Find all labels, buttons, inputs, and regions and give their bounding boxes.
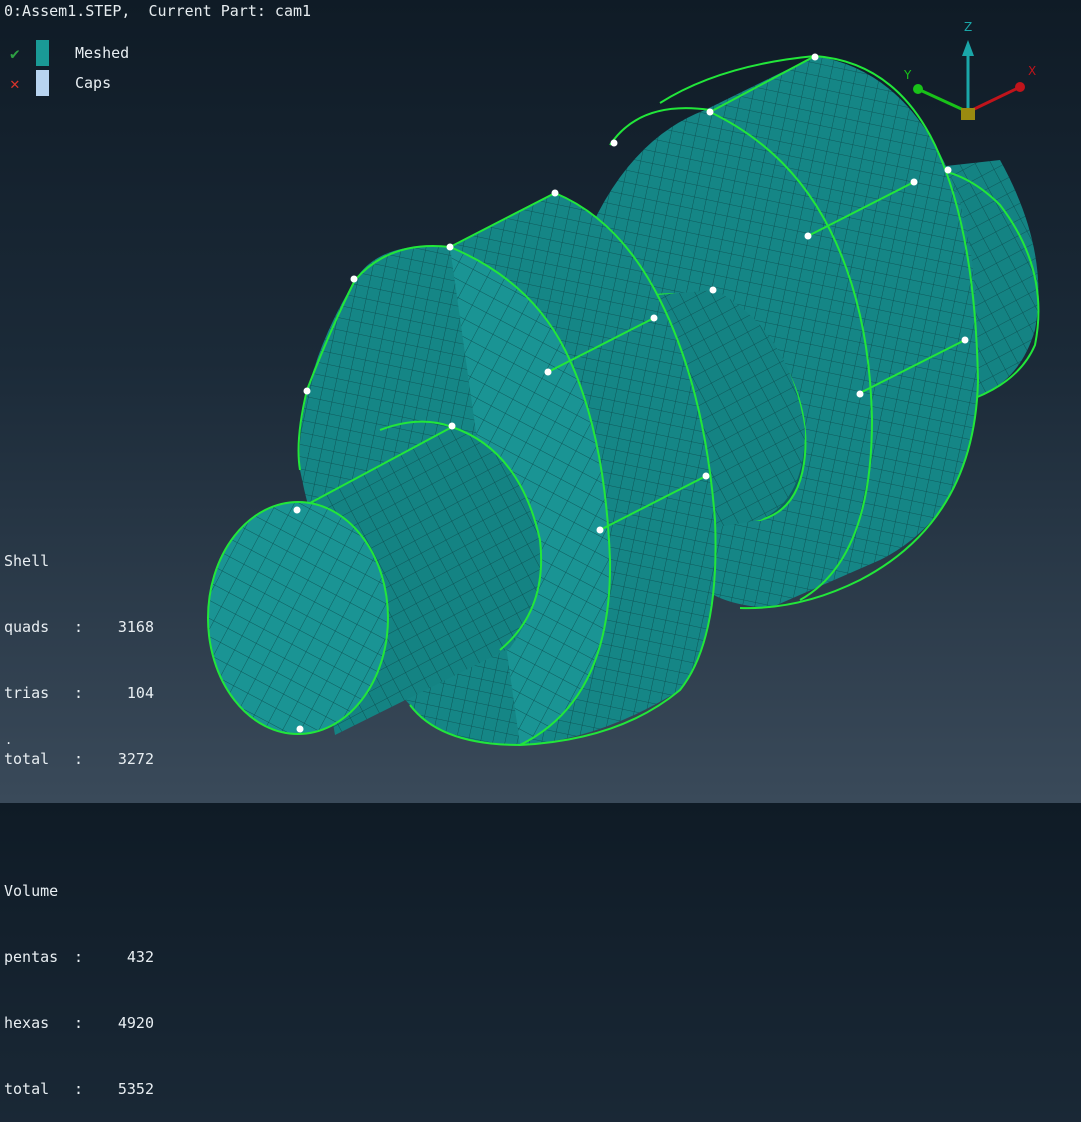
footnote-dot: .	[5, 733, 13, 747]
stat-colon: :	[74, 750, 84, 768]
stat-value: 3168	[117, 618, 154, 636]
stat-row-hexas: hexas: 4920	[4, 1012, 154, 1034]
stat-value: 4920	[117, 1014, 154, 1032]
stat-row-quads: quads: 3168	[4, 616, 154, 638]
stat-colon: :	[74, 1080, 84, 1098]
3d-viewport[interactable]: Z Y X	[0, 0, 1081, 803]
stat-colon: :	[74, 948, 84, 966]
stat-value: 3272	[117, 750, 154, 768]
shell-heading: Shell	[4, 552, 50, 570]
volume-heading: Volume	[4, 882, 59, 900]
stat-name: pentas	[4, 948, 59, 966]
stat-colon: :	[74, 684, 84, 702]
front-shaft-end-face	[207, 501, 389, 735]
stat-name: trias	[4, 684, 50, 702]
stat-colon: :	[74, 618, 84, 636]
y-arrow-icon	[913, 84, 923, 94]
stat-name: total	[4, 750, 50, 768]
stat-row-volume-total: total: 5352	[4, 1078, 154, 1100]
mesh-statistics-panel: Shell quads: 3168 trias: 104 total: 3272 Vo…	[4, 506, 154, 1122]
orientation-triad[interactable]: Z Y X	[903, 20, 1036, 120]
stat-name: hexas	[4, 1014, 50, 1032]
y-axis-label: Y	[903, 68, 912, 82]
x-axis	[967, 86, 1019, 114]
origin-cube-icon	[961, 108, 975, 120]
stat-name: total	[4, 1080, 50, 1098]
y-axis	[919, 88, 969, 114]
z-arrow-icon	[962, 40, 974, 56]
x-axis-label: X	[1028, 64, 1036, 78]
stat-row-shell-total: total: 3272	[4, 748, 154, 770]
z-axis-label: Z	[964, 20, 972, 34]
stat-colon: :	[74, 1014, 84, 1032]
stat-row-trias: trias: 104	[4, 682, 154, 704]
stat-value: 432	[126, 948, 154, 966]
stat-value: 104	[126, 684, 154, 702]
stat-name: quads	[4, 618, 50, 636]
stat-row-pentas: pentas: 432	[4, 946, 154, 968]
x-arrow-icon	[1015, 82, 1025, 92]
stat-value: 5352	[117, 1080, 154, 1098]
